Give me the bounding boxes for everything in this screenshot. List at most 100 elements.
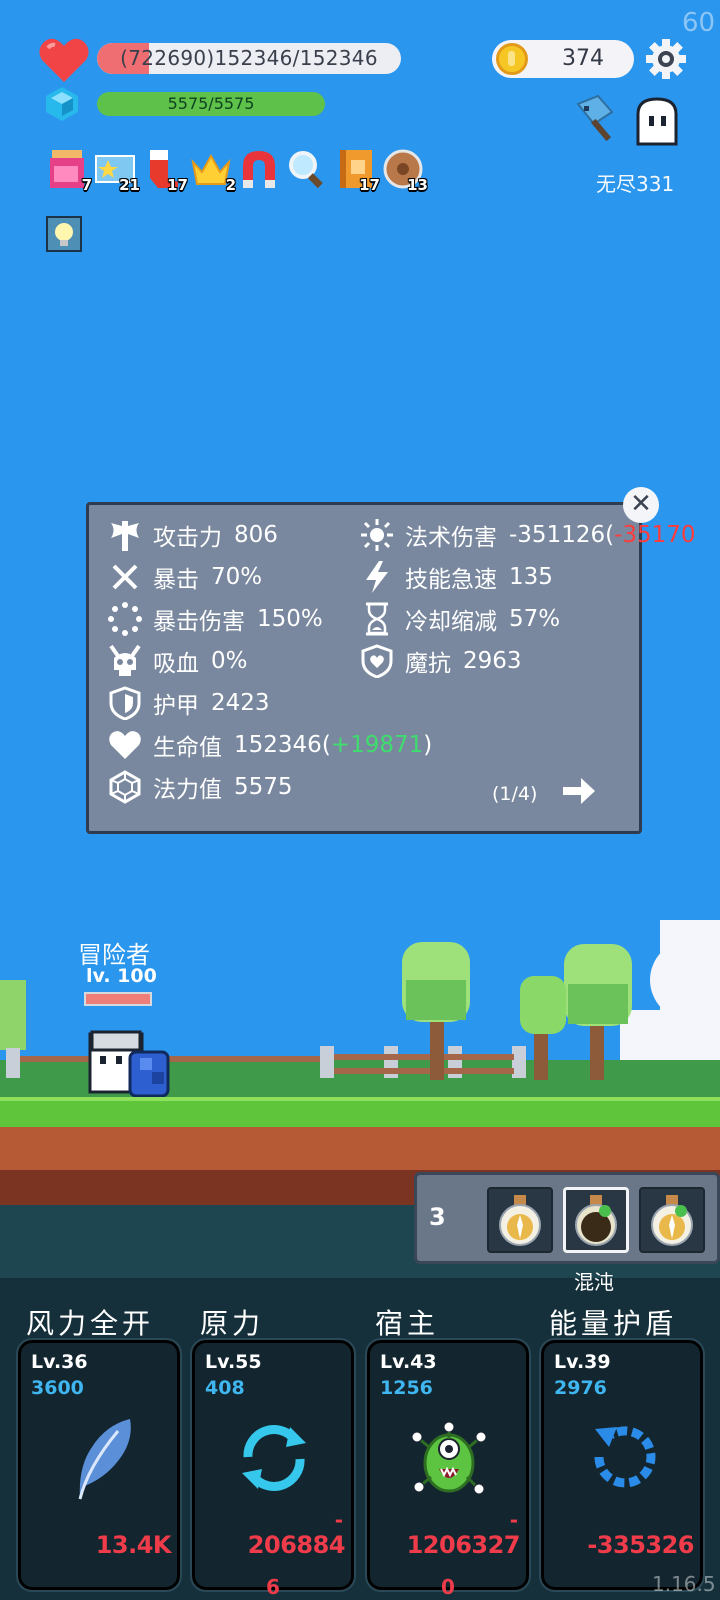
stat-bonus: -35170 — [614, 522, 696, 548]
inventory-bar: 7 21 17 2 17 13 — [46, 148, 428, 194]
stat-mana: 法力值 5575 — [107, 767, 293, 807]
stat-bonus-open: ( — [321, 732, 331, 758]
heart-icon — [109, 731, 141, 759]
potion-slot-2[interactable] — [563, 1187, 629, 1253]
heart-icon — [39, 38, 89, 82]
item-count: 17 — [359, 176, 380, 194]
stat-cooldown-reduction: 冷却缩减 57% — [359, 599, 560, 639]
stat-value: 0% — [211, 648, 248, 674]
skill-damage-prefix: - — [509, 1508, 518, 1532]
inventory-item-crown[interactable]: 2 — [190, 148, 236, 194]
stat-value: 2963 — [463, 648, 522, 674]
hero-health-bar — [84, 992, 152, 1006]
fps-counter: 60 — [682, 8, 716, 38]
skill-name-3: 宿主 — [375, 1307, 440, 1340]
stat-bonus: +19871 — [330, 732, 424, 758]
skill-card-force[interactable]: Lv.55 408 - 206884 6 — [190, 1338, 356, 1599]
potion-slot-3[interactable] — [639, 1187, 705, 1253]
potion-count: 3 — [429, 1203, 446, 1231]
stat-value: 150% — [257, 606, 323, 632]
stat-label: 暴击伤害 — [153, 609, 245, 635]
hourglass-icon — [366, 602, 388, 636]
item-count: 7 — [81, 176, 92, 194]
stat-value: 135 — [509, 564, 553, 590]
magnet-icon — [243, 151, 275, 188]
skill-value: 3600 — [31, 1377, 84, 1399]
arrow-right-icon[interactable] — [561, 773, 597, 809]
skill-card-energy-shield[interactable]: Lv.39 2976 -335326 — [539, 1338, 705, 1592]
stat-lifesteal: 吸血 0% — [107, 641, 248, 681]
stat-value: 5575 — [234, 774, 293, 800]
stat-health: 生命值 152346(+19871) — [107, 725, 432, 765]
inventory-item-star-card[interactable]: 21 — [94, 148, 140, 194]
skill-card-wind[interactable]: Lv.36 3600 13.4K — [16, 1338, 182, 1592]
inventory-item-magnifier[interactable] — [286, 148, 328, 190]
stat-crit: 暴击 70% — [107, 557, 262, 597]
stat-bonus-open: ( — [605, 522, 615, 548]
stat-label: 技能急速 — [405, 567, 497, 593]
inventory-item-spellbook[interactable]: 17 — [334, 148, 380, 194]
armor-shield-icon — [109, 686, 141, 720]
item-count: 21 — [119, 176, 140, 194]
skill-damage: 13.4K — [95, 1531, 172, 1559]
potion-slot-1[interactable] — [487, 1187, 553, 1253]
stat-value: 2423 — [211, 690, 270, 716]
stat-value: -351126 — [509, 522, 606, 548]
lightbulb-buff-icon[interactable] — [46, 216, 82, 252]
stat-value: 806 — [234, 522, 278, 548]
stat-label: 吸血 — [153, 651, 199, 677]
stat-value: 57% — [509, 606, 561, 632]
stat-value: 152346 — [234, 732, 322, 758]
coin-counter: 374 — [492, 40, 634, 78]
ghost-icon[interactable] — [632, 96, 682, 146]
lightning-icon — [366, 561, 388, 593]
hp-bar: (722690)152346/152346 — [97, 43, 401, 74]
inventory-item-magnet[interactable] — [238, 148, 280, 190]
stat-label: 生命值 — [153, 735, 222, 761]
mana-gem-icon — [46, 87, 78, 121]
axe-fish-icon[interactable] — [572, 94, 626, 142]
skill-damage-overflow: 6 — [266, 1575, 280, 1599]
hero-level: lv. 100 — [86, 965, 157, 987]
stat-crit-damage: 暴击伤害 150% — [107, 599, 323, 639]
sun-icon — [361, 519, 393, 551]
stat-label: 攻击力 — [153, 525, 222, 551]
potion-bar: 3 — [414, 1172, 720, 1264]
mp-text: 5575/5575 — [167, 94, 255, 113]
golden-potion-icon — [499, 1195, 541, 1246]
item-count: 13 — [407, 176, 428, 194]
close-button[interactable]: ✕ — [623, 487, 659, 523]
gear-icon[interactable] — [645, 38, 687, 80]
inventory-item-sock[interactable]: 17 — [142, 148, 188, 194]
inventory-item-jam[interactable]: 7 — [46, 148, 92, 194]
stat-value: 70% — [211, 564, 263, 590]
stat-armor: 护甲 2423 — [107, 683, 270, 723]
skill-damage-overflow: 0 — [441, 1575, 455, 1599]
stat-label: 暴击 — [153, 567, 199, 593]
feather-icon — [78, 1419, 131, 1500]
grass-ground — [0, 1097, 720, 1127]
stat-label: 法术伤害 — [405, 525, 497, 551]
stat-ability-haste: 技能急速 135 — [359, 557, 553, 597]
skill-value: 1256 — [380, 1377, 433, 1399]
skill-card-host[interactable]: Lv.43 1256 - 1206327 0 — [365, 1338, 531, 1599]
knight-hero-sprite[interactable] — [86, 1028, 176, 1100]
dark-potion-icon — [575, 1195, 617, 1246]
skill-damage: -335326 — [587, 1531, 694, 1559]
skill-damage: 1206327 — [406, 1531, 521, 1559]
stat-bonus-close: ) — [423, 732, 433, 758]
skill-level: Lv.36 — [31, 1351, 88, 1373]
stat-label: 法力值 — [153, 777, 222, 803]
mp-bar: 5575/5575 — [97, 92, 325, 116]
skill-damage: 206884 — [247, 1531, 346, 1559]
inventory-item-round-shield[interactable]: 13 — [382, 148, 428, 194]
skill-level: Lv.39 — [554, 1351, 611, 1373]
vampire-skull-icon — [109, 644, 141, 676]
skill-value: 2976 — [554, 1377, 607, 1399]
endless-level-label: 无尽331 — [596, 172, 675, 196]
crit-icon — [112, 564, 138, 590]
stats-page-indicator: (1/4) — [492, 783, 538, 805]
coin-icon — [496, 43, 528, 75]
item-count: 17 — [167, 176, 188, 194]
axe-icon — [111, 521, 139, 551]
